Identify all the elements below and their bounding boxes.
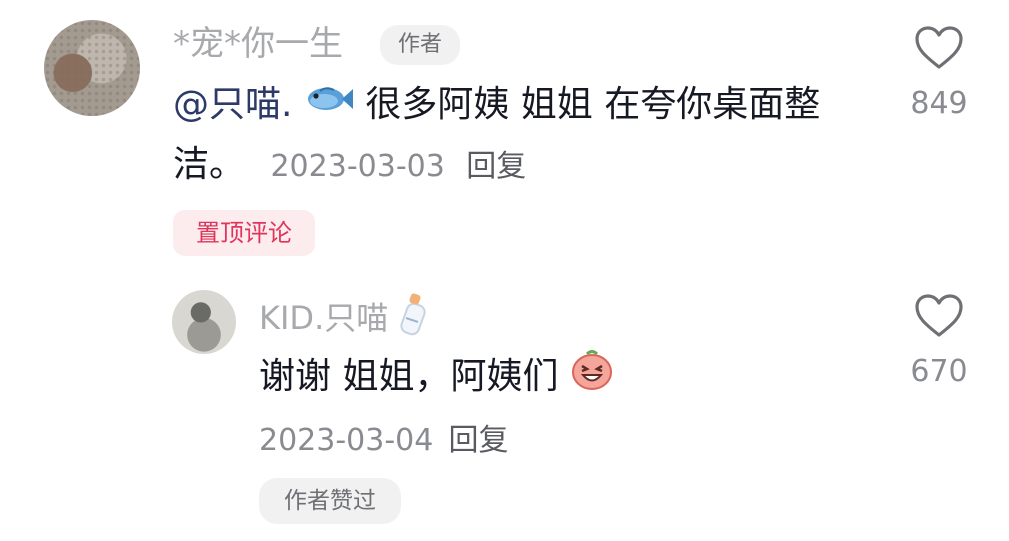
comment-body: 很多阿姨 姐姐 在夸你桌面整 [365, 84, 821, 125]
comment-username[interactable]: *宠*你一生 [173, 22, 343, 66]
liked-by-author-badge: 作者赞过 [259, 478, 401, 524]
author-badge: 作者 [380, 25, 460, 65]
comment-text-line1: @只喵. 很多阿姨 姐姐 在夸你桌面整 [173, 78, 820, 133]
baby-bottle-icon [398, 292, 432, 348]
reply-date: 2023-03-04 [259, 423, 434, 458]
reply-meta: 2023-03-04 回复 [259, 415, 508, 459]
comment-date: 2023-03-03 [270, 149, 445, 184]
reply-username[interactable]: KID.只喵 [259, 292, 432, 348]
comment-text-line2: 洁。 2023-03-03 回复 [173, 144, 527, 185]
like-button[interactable] [915, 26, 963, 74]
reply-like-count: 670 [910, 354, 968, 389]
reply-text: 谢谢 姐姐，阿姨们 [259, 348, 614, 408]
reply-reply-button[interactable]: 回复 [448, 423, 508, 458]
mention-link[interactable]: @只喵. [173, 84, 292, 125]
avatar[interactable] [44, 20, 140, 116]
pinned-badge: 置顶评论 [173, 210, 315, 256]
fish-icon [304, 79, 354, 133]
heart-icon [915, 294, 963, 337]
reply-like-button[interactable] [915, 294, 963, 342]
heart-icon [915, 26, 963, 69]
like-count: 849 [910, 86, 968, 121]
reply-avatar[interactable] [172, 290, 236, 354]
reply-button[interactable]: 回复 [466, 149, 526, 184]
laughing-face-icon [570, 348, 614, 408]
